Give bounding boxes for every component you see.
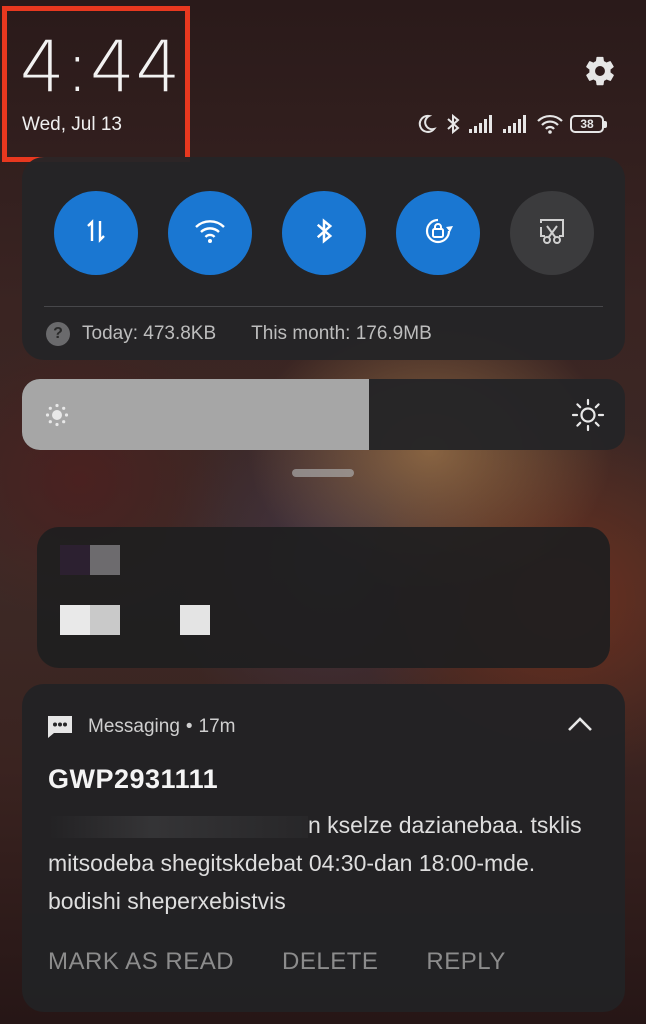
status-bar: 38 — [414, 110, 607, 138]
data-usage-row[interactable]: ? Today: 473.8KB This month: 176.9MB — [46, 321, 432, 347]
date[interactable]: Wed, Jul 13 — [22, 114, 122, 136]
clock[interactable]: 4:44 — [20, 26, 181, 108]
notification-actions: MARK AS READ DELETE REPLY — [48, 948, 506, 976]
messaging-notification[interactable]: Messaging • 17m GWP2931111 n kselze dazi… — [22, 684, 625, 1012]
bluetooth-icon — [312, 216, 336, 251]
screenshot-icon — [536, 215, 568, 252]
app-name: Messaging — [88, 716, 180, 737]
brightness-low-icon — [44, 402, 70, 433]
gear-icon[interactable] — [583, 54, 617, 88]
bluetooth-icon — [444, 112, 462, 136]
wifi-icon — [536, 113, 564, 135]
brightness-high-icon — [571, 398, 605, 437]
divider — [44, 306, 603, 307]
pixelated-block — [60, 605, 90, 635]
message-body: n kselze dazianebaa. tsklis mitsodeba sh… — [48, 806, 588, 920]
pixelated-block — [90, 605, 120, 635]
pixelated-block — [180, 605, 210, 635]
quick-settings-panel: ? Today: 473.8KB This month: 176.9MB — [22, 157, 625, 360]
wifi-icon — [194, 218, 226, 249]
rotation-lock-toggle[interactable] — [396, 191, 480, 275]
mobile-data-icon — [81, 216, 111, 251]
sender: GWP2931111 — [48, 764, 219, 794]
chevron-up-icon[interactable] — [565, 714, 595, 741]
pixelated-block — [90, 545, 120, 575]
rotation-lock-icon — [422, 215, 454, 252]
brightness-slider[interactable] — [22, 379, 625, 450]
wifi-toggle[interactable] — [168, 191, 252, 275]
mobile-data-toggle[interactable] — [54, 191, 138, 275]
signal-icon — [468, 114, 496, 134]
notification-header: Messaging • 17m — [46, 712, 236, 742]
pixelated-block — [60, 545, 90, 575]
time-ago: 17m — [198, 716, 236, 737]
bluetooth-toggle[interactable] — [282, 191, 366, 275]
obscured-notification[interactable] — [37, 527, 610, 668]
delete-button[interactable]: DELETE — [282, 948, 378, 976]
mark-as-read-button[interactable]: MARK AS READ — [48, 948, 234, 976]
moon-icon — [414, 112, 438, 136]
message-line-1: n kselze dazianebaa. — [308, 812, 525, 838]
data-today: Today: 473.8KB — [82, 323, 217, 344]
screenshot-toggle[interactable] — [510, 191, 594, 275]
brightness-fill — [22, 379, 369, 450]
battery-icon: 38 — [570, 115, 607, 133]
data-month: This month: 176.9MB — [251, 323, 432, 344]
help-icon[interactable]: ? — [46, 322, 70, 346]
reply-button[interactable]: REPLY — [426, 948, 505, 976]
drag-handle[interactable] — [292, 469, 354, 477]
message-icon — [46, 714, 74, 740]
signal-icon — [502, 114, 530, 134]
redacted-text — [48, 815, 308, 838]
separator: • — [185, 716, 193, 737]
